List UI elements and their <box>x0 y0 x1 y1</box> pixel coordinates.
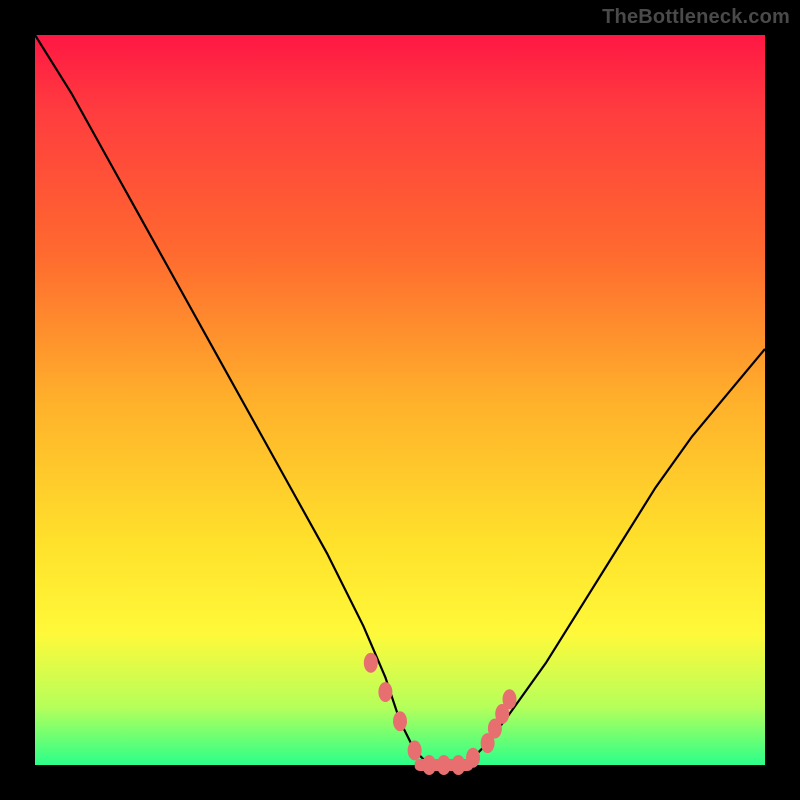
curve-marker <box>393 711 407 731</box>
bottleneck-curve <box>35 35 765 765</box>
curve-marker <box>422 755 436 775</box>
curve-marker <box>437 755 451 775</box>
curve-marker <box>451 755 465 775</box>
curve-marker <box>503 689 517 709</box>
plot-area <box>35 35 765 765</box>
chart-svg <box>35 35 765 765</box>
curve-marker <box>408 740 422 760</box>
curve-markers <box>364 653 517 775</box>
chart-frame: TheBottleneck.com <box>0 0 800 800</box>
attribution-watermark: TheBottleneck.com <box>602 6 790 29</box>
curve-marker <box>466 748 480 768</box>
curve-marker <box>364 653 378 673</box>
curve-marker <box>378 682 392 702</box>
